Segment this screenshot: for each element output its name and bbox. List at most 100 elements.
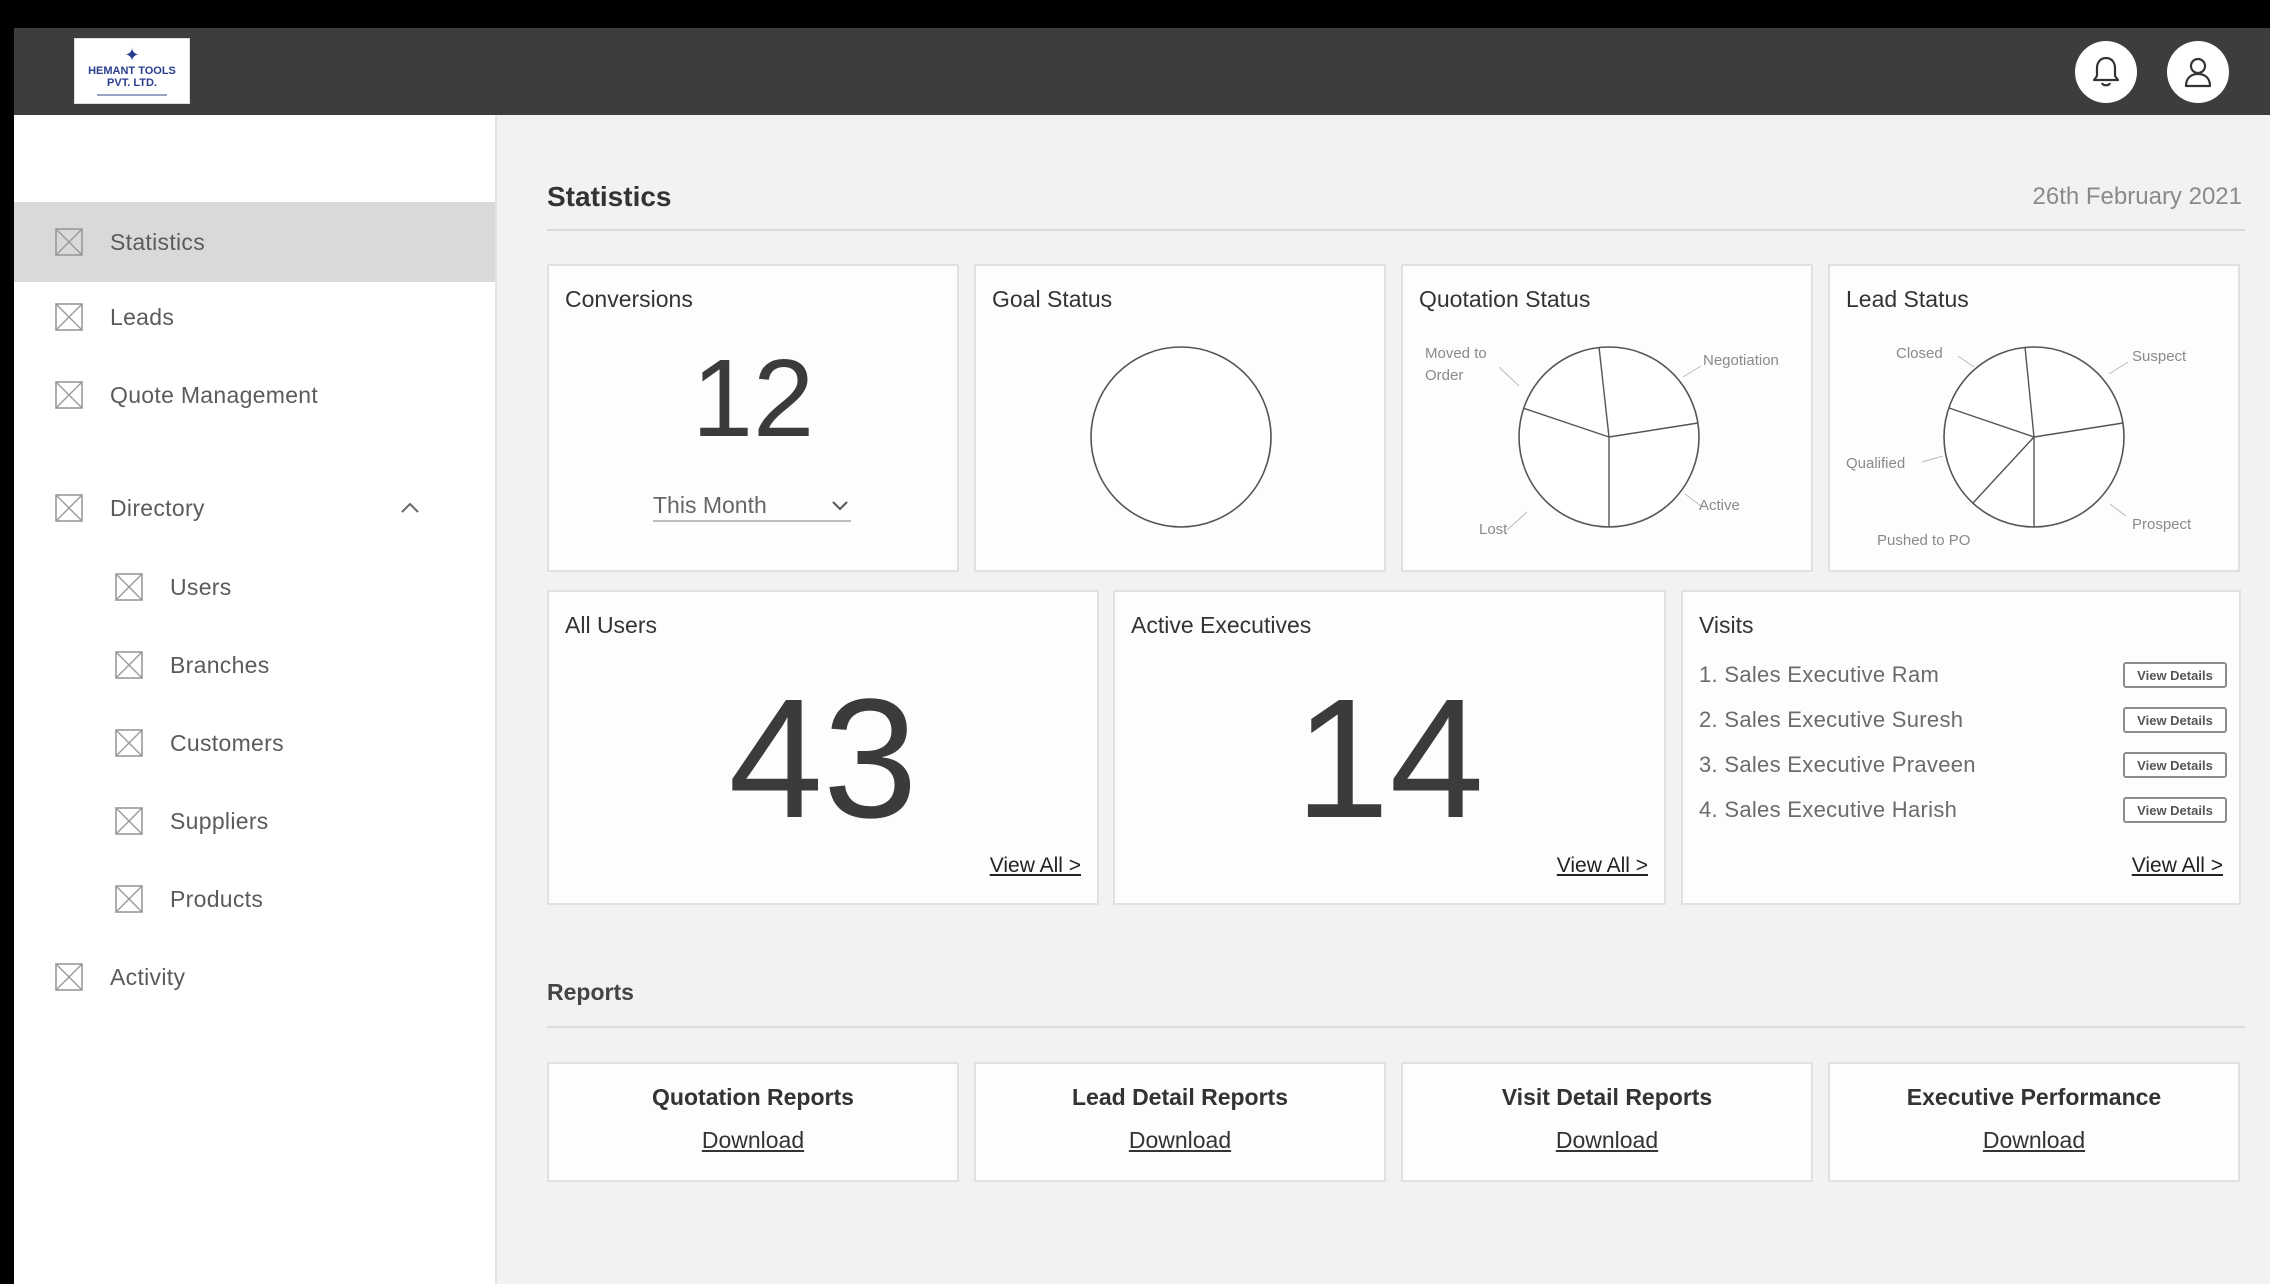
logo-tagline-mark (97, 93, 167, 96)
pie-label-suspect: Suspect (2132, 348, 2187, 365)
main-content: Statistics 26th February 2021 Conversion… (499, 115, 2270, 1284)
visits-view-all-link[interactable]: View All > (2132, 854, 2223, 878)
period-select[interactable]: This Month (653, 490, 851, 522)
download-link[interactable]: Download (1129, 1127, 1231, 1154)
placeholder-icon (115, 885, 143, 913)
placeholder-icon (115, 807, 143, 835)
goal-status-card: Goal Status (974, 264, 1386, 572)
placeholder-icon (55, 494, 83, 522)
placeholder-icon (55, 963, 83, 991)
report-name: Lead Detail Reports (1072, 1084, 1288, 1110)
goal-status-pie-chart[interactable] (1088, 344, 1274, 530)
quotation-status-card: Quotation Status Moved to Order Negotiat… (1401, 264, 1813, 572)
pie-label-prospect: Prospect (2132, 516, 2192, 533)
download-link[interactable]: Download (1556, 1127, 1658, 1154)
view-details-button[interactable]: View Details (2123, 752, 2227, 778)
card-title: Conversions (565, 286, 693, 312)
top-bar: ✦ HEMANT TOOLS PVT. LTD. (14, 28, 2270, 115)
sidebar: Statistics Leads Quote Management Direct… (14, 115, 497, 1284)
pie-label-qualified: Qualified (1846, 455, 1905, 472)
conversions-card: Conversions 12 This Month (547, 264, 959, 572)
sidebar-item-label: Activity (110, 963, 186, 990)
visit-item: 4. Sales Executive Harish View Details (1699, 795, 2227, 825)
quotation-reports-card: Quotation Reports Download (547, 1062, 959, 1182)
lead-detail-reports-card: Lead Detail Reports Download (974, 1062, 1386, 1182)
bell-icon (2092, 56, 2120, 87)
active-executives-value: 14 (1294, 664, 1485, 854)
notifications-button[interactable] (2075, 41, 2137, 103)
profile-button[interactable] (2167, 41, 2229, 103)
current-date: 26th February 2021 (2032, 183, 2242, 210)
lead-status-card: Lead Status Closed Suspect Qualified Pro… (1828, 264, 2240, 572)
executive-performance-card: Executive Performance Download (1828, 1062, 2240, 1182)
report-name: Visit Detail Reports (1501, 1084, 1713, 1110)
all-users-card: All Users 43 View All > (547, 590, 1099, 905)
visits-card: Visits 1. Sales Executive Ram View Detai… (1681, 590, 2241, 905)
page-title: Statistics (547, 181, 672, 212)
sidebar-item-leads[interactable]: Leads (14, 277, 495, 357)
visit-item-label: 2. Sales Executive Suresh (1699, 707, 1964, 732)
pie-label-closed: Closed (1896, 345, 1943, 362)
view-details-button[interactable]: View Details (2123, 797, 2227, 823)
lead-status-pie-chart[interactable]: Closed Suspect Qualified Prospect Pushed… (1830, 266, 2240, 572)
period-select-value: This Month (653, 491, 767, 518)
visit-item-label: 4. Sales Executive Harish (1699, 797, 1958, 822)
sidebar-item-branches[interactable]: Branches (14, 625, 495, 705)
placeholder-icon (55, 381, 83, 409)
visit-detail-reports-card: Visit Detail Reports Download (1401, 1062, 1813, 1182)
sidebar-item-customers[interactable]: Customers (14, 703, 495, 783)
pie-label-moved-to: Moved to (1425, 345, 1487, 362)
card-title: Goal Status (992, 286, 1113, 312)
placeholder-icon (115, 651, 143, 679)
placeholder-icon (115, 573, 143, 601)
active-executives-card: Active Executives 14 View All > (1113, 590, 1666, 905)
download-link[interactable]: Download (702, 1127, 804, 1154)
reports-divider (547, 1026, 2245, 1028)
all-users-view-all-link[interactable]: View All > (990, 854, 1081, 878)
download-link[interactable]: Download (1983, 1127, 2085, 1154)
logo-text-line2: PVT. LTD. (107, 76, 157, 89)
visit-item: 2. Sales Executive Suresh View Details (1699, 705, 2227, 735)
title-divider (547, 229, 2245, 231)
chevron-down-icon (832, 501, 848, 511)
pie-label-order: Order (1425, 367, 1463, 384)
all-users-value: 43 (728, 664, 918, 854)
sidebar-item-label: Directory (110, 494, 205, 521)
user-icon (2184, 57, 2212, 88)
placeholder-icon (55, 228, 83, 256)
view-details-button[interactable]: View Details (2123, 662, 2227, 688)
visit-item: 1. Sales Executive Ram View Details (1699, 660, 2227, 690)
placeholder-icon (115, 729, 143, 757)
active-executives-view-all-link[interactable]: View All > (1557, 854, 1648, 878)
placeholder-icon (55, 303, 83, 331)
visit-item: 3. Sales Executive Praveen View Details (1699, 750, 2227, 780)
sidebar-item-quote-management[interactable]: Quote Management (14, 355, 495, 435)
company-logo[interactable]: ✦ HEMANT TOOLS PVT. LTD. (74, 38, 190, 104)
sidebar-item-products[interactable]: Products (14, 859, 495, 939)
sidebar-item-label: Suppliers (170, 807, 269, 834)
report-name: Executive Performance (1906, 1084, 2162, 1110)
card-title: Active Executives (1131, 612, 1312, 638)
sidebar-item-activity[interactable]: Activity (14, 937, 495, 1017)
pie-label-pushed-to-po: Pushed to PO (1877, 532, 1970, 549)
sidebar-item-users[interactable]: Users (14, 547, 495, 627)
sidebar-item-label: Quote Management (110, 381, 319, 408)
sidebar-item-label: Branches (170, 651, 270, 678)
sidebar-item-statistics[interactable]: Statistics (14, 202, 495, 282)
sidebar-item-directory[interactable]: Directory (14, 468, 495, 548)
reports-section-title: Reports (547, 979, 634, 1005)
pie-label-lost: Lost (1479, 521, 1508, 538)
sidebar-item-label: Leads (110, 303, 175, 330)
sidebar-item-label: Users (170, 573, 232, 600)
chevron-up-icon[interactable] (398, 496, 422, 520)
quotation-status-pie-chart[interactable]: Moved to Order Negotiation Active Lost (1403, 266, 1813, 572)
sidebar-item-label: Products (170, 885, 264, 912)
view-details-button[interactable]: View Details (2123, 707, 2227, 733)
app-frame: ✦ HEMANT TOOLS PVT. LTD. Statistics Lead… (14, 28, 2270, 1284)
sidebar-item-suppliers[interactable]: Suppliers (14, 781, 495, 861)
pie-label-active: Active (1699, 497, 1740, 514)
sidebar-item-label: Customers (170, 729, 284, 756)
visit-item-label: 3. Sales Executive Praveen (1699, 752, 1976, 777)
sidebar-item-label: Statistics (110, 228, 206, 255)
pie-label-negotiation: Negotiation (1703, 352, 1779, 369)
